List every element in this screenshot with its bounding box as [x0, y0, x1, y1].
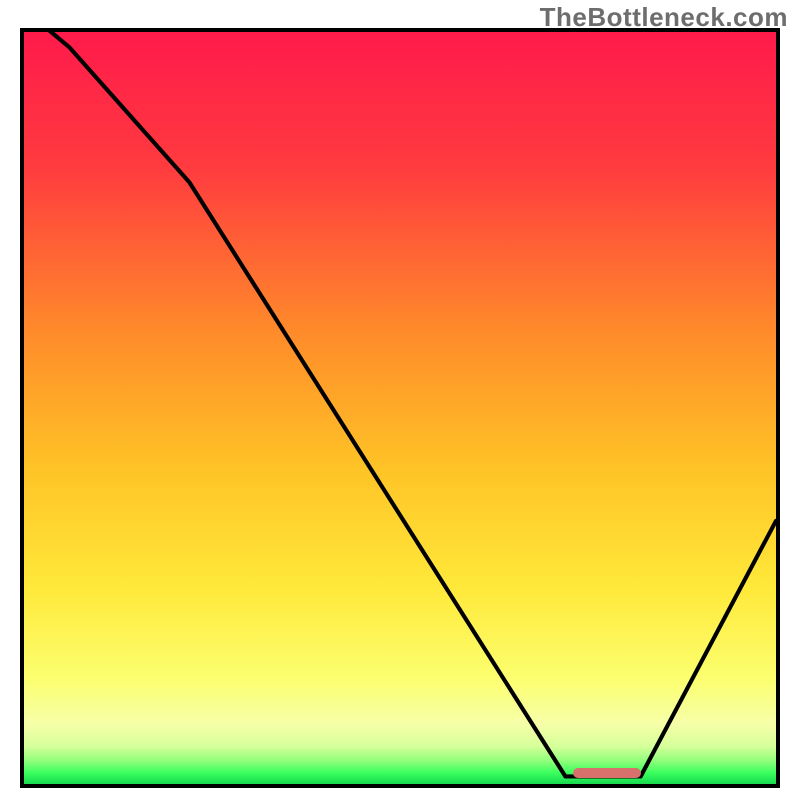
- bottleneck-chart: [20, 28, 780, 788]
- curve-path: [24, 32, 776, 776]
- optimal-band-marker: [573, 768, 641, 778]
- bottleneck-curve: [24, 32, 776, 784]
